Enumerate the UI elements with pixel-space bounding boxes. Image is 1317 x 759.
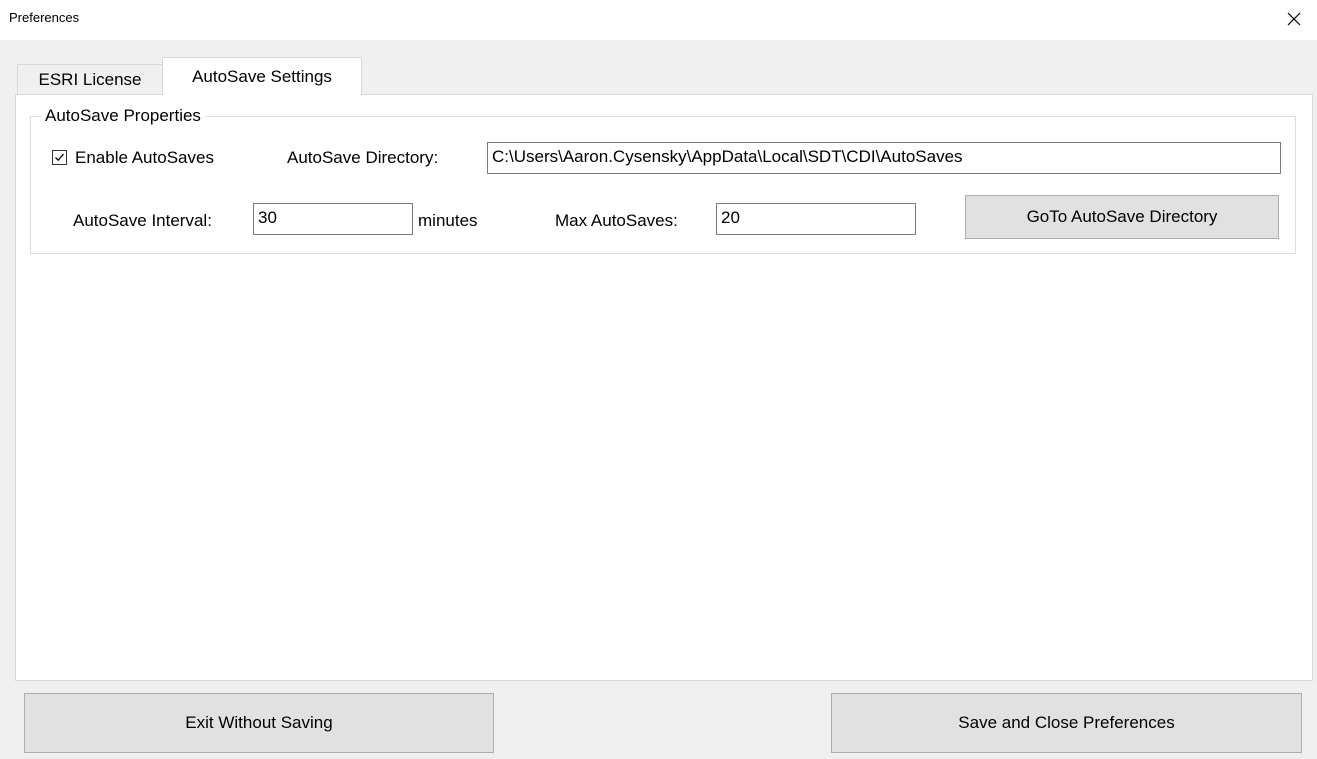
autosave-directory-field[interactable]: C:\Users\Aaron.Cysensky\AppData\Local\SD… [487,142,1281,174]
exit-without-saving-button[interactable]: Exit Without Saving [24,693,494,753]
autosave-interval-label: AutoSave Interval: [73,211,212,230]
autosave-interval-field[interactable]: 30 [253,203,413,235]
enable-autosaves-label[interactable]: Enable AutoSaves [75,148,214,168]
autosave-properties-group: AutoSave Properties Enable AutoSaves Aut… [30,106,1296,254]
tab-autosave-settings[interactable]: AutoSave Settings [162,57,362,95]
title-bar: Preferences [0,0,1317,40]
close-icon [1287,12,1301,26]
save-and-close-button[interactable]: Save and Close Preferences [831,693,1302,753]
interval-unit-label: minutes [418,211,478,230]
tab-panel-autosave: AutoSave Properties Enable AutoSaves Aut… [15,94,1313,681]
max-autosaves-field[interactable]: 20 [716,203,916,235]
enable-autosaves-checkbox[interactable] [52,150,67,165]
window-title: Preferences [9,10,80,25]
max-autosaves-label: Max AutoSaves: [555,211,678,230]
close-button[interactable] [1271,0,1317,38]
tab-esri-license[interactable]: ESRI License [17,64,163,94]
group-title: AutoSave Properties [41,106,205,126]
autosave-directory-label: AutoSave Directory: [287,148,439,167]
checkmark-icon [55,153,64,162]
goto-autosave-directory-button[interactable]: GoTo AutoSave Directory [965,195,1279,239]
